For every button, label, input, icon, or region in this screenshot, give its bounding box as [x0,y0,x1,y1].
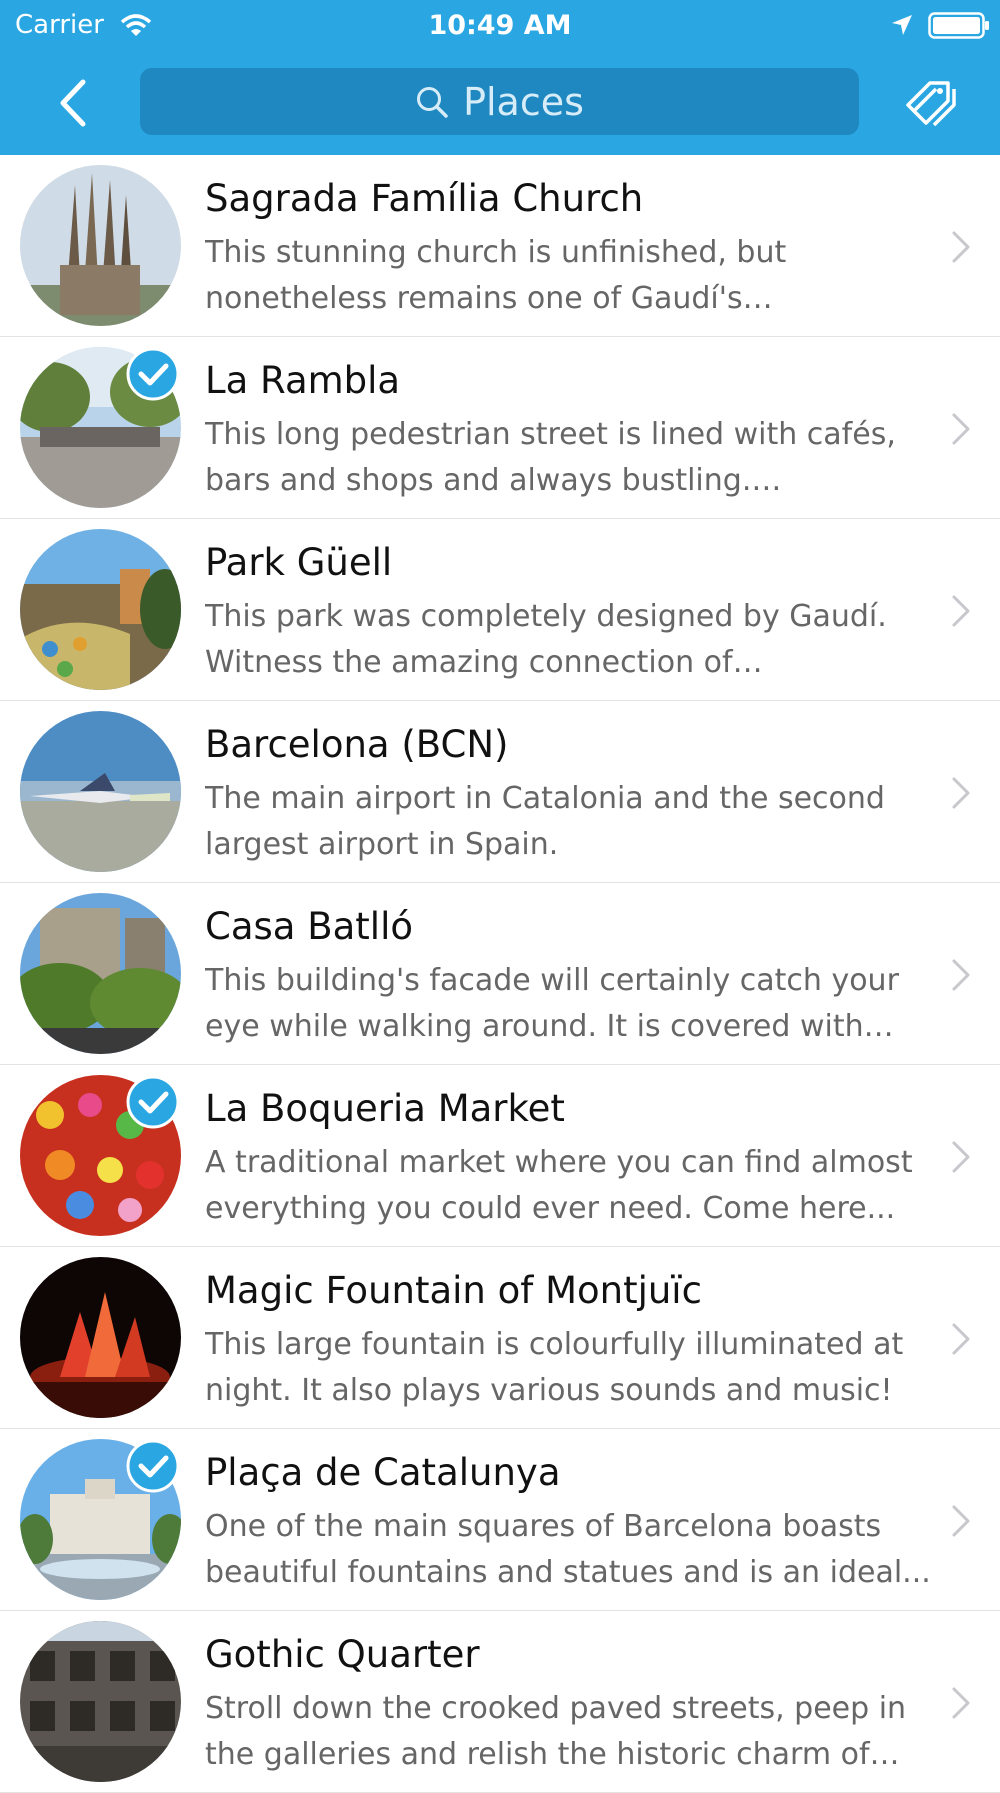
place-title: Plaça de Catalunya [205,1451,561,1494]
places-list: Sagrada Família Church This stunning chu… [0,155,1000,1793]
checkmark-badge-icon [126,1439,180,1493]
chevron-right-icon [952,1505,970,1537]
location-arrow-icon [892,15,912,35]
place-description: The main airport in Catalonia and the se… [205,781,885,862]
place-description: This stunning church is unfinished, but … [205,235,787,316]
place-title: Barcelona (BCN) [205,723,509,766]
place-description: Stroll down the crooked paved streets, p… [205,1691,907,1772]
place-title: Casa Batlló [205,905,413,948]
place-row[interactable]: Barcelona (BCN) The main airport in Cata… [0,701,1000,883]
place-row[interactable]: Plaça de Catalunya One of the main squar… [0,1429,1000,1611]
chevron-right-icon [952,777,970,809]
place-thumbnail [20,1257,181,1418]
checkmark-badge-icon [126,347,180,401]
place-thumbnail [20,529,181,690]
place-thumbnail [20,893,181,1054]
place-row[interactable]: Gothic Quarter Stroll down the crooked p… [0,1611,1000,1793]
place-description: This large fountain is colourfully illum… [205,1327,904,1408]
search-icon [417,86,448,118]
chevron-right-icon [952,1141,970,1173]
place-row[interactable]: Casa Batlló This building's facade will … [0,883,1000,1065]
status-bar: Carrier 10:49 AM [0,0,1000,52]
place-title: Sagrada Família Church [205,177,644,220]
chevron-right-icon [952,595,970,627]
place-description: This building's facade will certainly ca… [205,963,899,1044]
search-field[interactable]: Places [140,68,859,135]
tags-button[interactable] [900,70,960,136]
place-description: This park was completely designed by Gau… [205,599,887,680]
place-row[interactable]: Sagrada Família Church This stunning chu… [0,155,1000,337]
place-title: La Boqueria Market [205,1087,565,1130]
chevron-right-icon [952,1323,970,1355]
place-title: Gothic Quarter [205,1633,480,1676]
status-time: 10:49 AM [428,10,572,41]
chevron-right-icon [952,231,970,263]
place-row[interactable]: Magic Fountain of Montjuïc This large fo… [0,1247,1000,1429]
place-thumbnail [20,711,181,872]
battery-icon [928,12,989,39]
place-thumbnail [20,1621,181,1782]
back-button[interactable] [48,70,98,136]
place-title: Park Güell [205,541,393,584]
place-row[interactable]: Park Güell This park was completely desi… [0,519,1000,701]
app-header: Carrier 10:49 AM Places [0,0,1000,155]
place-row[interactable]: La Rambla This long pedestrian street is… [0,337,1000,519]
search-label: Places [463,79,584,124]
place-title: La Rambla [205,359,401,402]
navigation-bar: Places [0,52,1000,155]
tag-icon [906,81,956,127]
place-title: Magic Fountain of Montjuïc [205,1269,702,1312]
place-description: This long pedestrian street is lined wit… [205,417,896,498]
place-description: A traditional market where you can find … [205,1145,913,1226]
chevron-right-icon [952,959,970,991]
chevron-right-icon [952,1687,970,1719]
chevron-left-icon [60,79,86,127]
place-thumbnail [20,165,181,326]
chevron-right-icon [952,413,970,445]
place-row[interactable]: La Boqueria Market A traditional market … [0,1065,1000,1247]
checkmark-badge-icon [126,1075,180,1129]
place-description: One of the main squares of Barcelona boa… [205,1509,931,1590]
